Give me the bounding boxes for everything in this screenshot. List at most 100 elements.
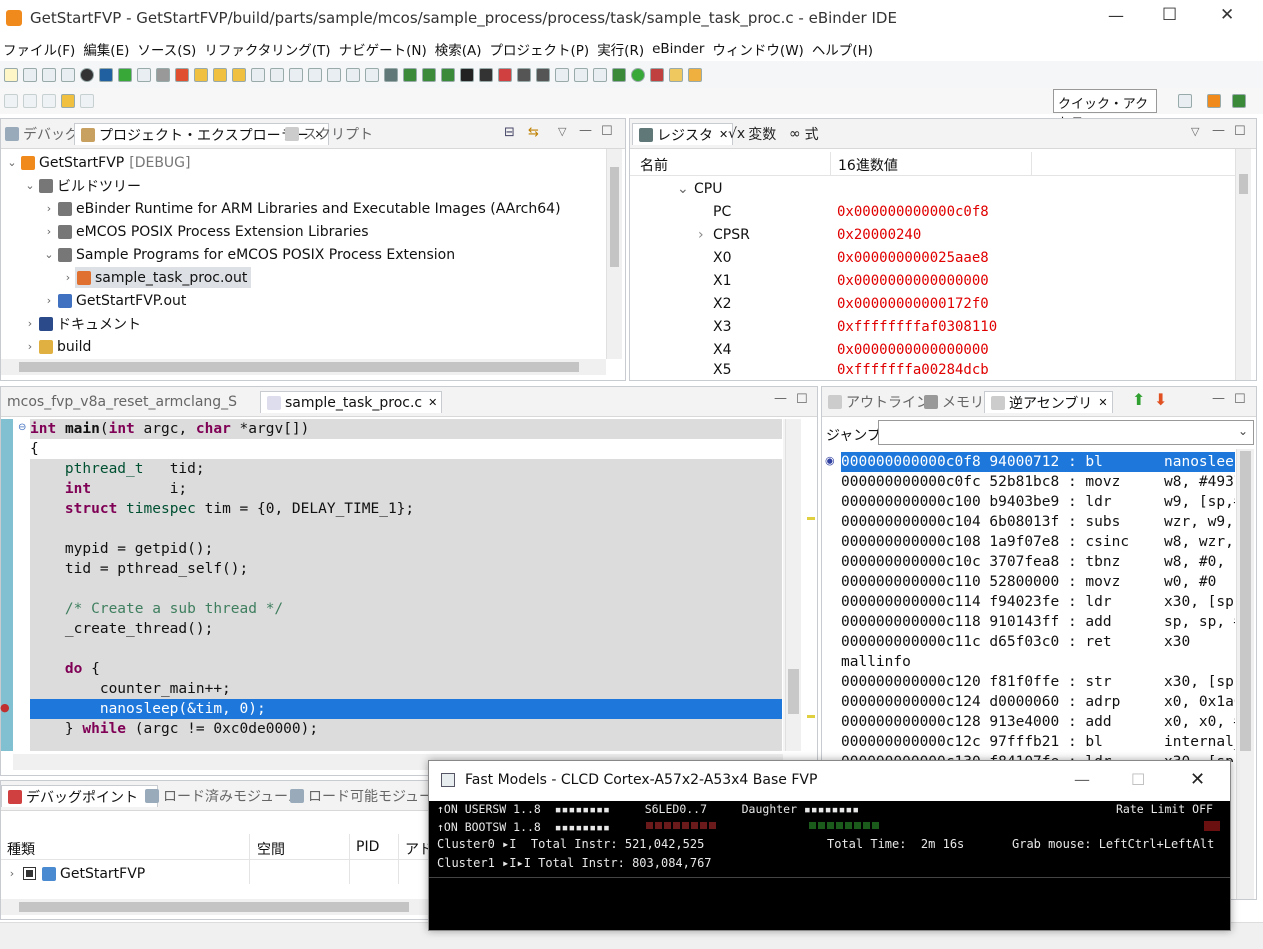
register-row-x1[interactable]: X1 0x0000000000000000 bbox=[632, 269, 1232, 292]
chevron-right-icon[interactable]: › bbox=[42, 202, 56, 215]
save-icon[interactable] bbox=[23, 68, 37, 82]
menu-ebinder[interactable]: eBinder bbox=[649, 41, 709, 57]
code-line[interactable]: mypid = getpid(); bbox=[30, 539, 782, 559]
code-line[interactable]: /* Create a sub thread */ bbox=[30, 599, 782, 619]
scroll-thumb[interactable] bbox=[1240, 451, 1251, 751]
tab-memory[interactable]: メモリ bbox=[922, 391, 984, 413]
perspective-debug-icon[interactable] bbox=[1232, 94, 1246, 108]
disasm-line[interactable]: 000000000000c10c 3707fea8 : tbnz w8, #0,… bbox=[841, 552, 1235, 572]
terminate-icon[interactable] bbox=[156, 68, 170, 82]
registers-vscrollbar[interactable] bbox=[1235, 149, 1251, 380]
tag-icon[interactable] bbox=[536, 68, 550, 82]
tree-item-getstartfvp-out[interactable]: › GetStartFVP.out bbox=[1, 289, 605, 312]
scroll-thumb[interactable] bbox=[19, 362, 579, 372]
new-icon[interactable] bbox=[4, 68, 18, 82]
step-over-icon[interactable] bbox=[213, 68, 227, 82]
menu-source[interactable]: ソース(S) bbox=[134, 39, 201, 59]
code-line[interactable]: _create_thread(); bbox=[30, 619, 782, 639]
disasm-line[interactable]: 000000000000c108 1a9f07e8 : csinc w8, wz… bbox=[841, 532, 1235, 552]
column-pid[interactable]: PID bbox=[356, 839, 379, 855]
code-line[interactable]: pthread_t tid; bbox=[30, 459, 782, 479]
user-icon[interactable] bbox=[80, 68, 94, 82]
register-value[interactable]: 0x20000240 bbox=[837, 227, 921, 243]
search-icon[interactable] bbox=[270, 68, 284, 82]
open-type-icon[interactable] bbox=[346, 68, 360, 82]
column-type[interactable]: 種類 bbox=[7, 839, 35, 859]
tree-item-runtime[interactable]: › eBinder Runtime for ARM Libraries and … bbox=[1, 197, 605, 220]
tab-loadable-modules[interactable]: ロード可能モジュール bbox=[288, 785, 447, 807]
code-line[interactable]: int main(int argc, char *argv[]) bbox=[30, 419, 782, 439]
gear-icon[interactable] bbox=[289, 68, 303, 82]
maximize-button[interactable]: ☐ bbox=[1162, 5, 1177, 25]
open-folder-icon[interactable] bbox=[669, 68, 683, 82]
code-line[interactable]: do { bbox=[30, 659, 782, 679]
maximize-view-icon[interactable]: ☐ bbox=[1234, 392, 1246, 407]
quick-access-field[interactable]: クイック・アクセス bbox=[1053, 89, 1157, 131]
disasm-line[interactable]: 000000000000c12c 97fffb21 : bl internal_… bbox=[841, 732, 1235, 752]
arrow-up-icon[interactable]: ⬆ bbox=[1132, 390, 1145, 409]
tab-debug[interactable]: デバッグ bbox=[3, 123, 79, 145]
scroll-thumb[interactable] bbox=[19, 902, 409, 912]
fm-rate-limit[interactable]: Rate Limit OFF bbox=[1116, 802, 1213, 816]
resume-icon[interactable] bbox=[118, 68, 132, 82]
register-row-x3[interactable]: X3 0xffffffffaf0308110 bbox=[632, 315, 1232, 338]
next-annotation-icon[interactable] bbox=[4, 94, 18, 108]
minimize-button[interactable]: — bbox=[1108, 6, 1124, 25]
forward-icon[interactable] bbox=[80, 94, 94, 108]
debug-icon[interactable] bbox=[612, 68, 626, 82]
menu-navigate[interactable]: ナビゲート(N) bbox=[336, 39, 432, 59]
register-row-cpsr[interactable]: › CPSR 0x20000240 bbox=[632, 223, 1232, 246]
wrench-icon[interactable] bbox=[308, 68, 322, 82]
minimize-view-icon[interactable]: — bbox=[774, 391, 787, 406]
chevron-down-icon[interactable]: ⌄ bbox=[5, 156, 19, 169]
menu-search[interactable]: 検索(A) bbox=[432, 39, 487, 59]
code-line[interactable]: struct timespec tim = {0, DELAY_TIME_1}; bbox=[30, 499, 782, 519]
bug-green-icon[interactable] bbox=[403, 68, 417, 82]
scroll-thumb[interactable] bbox=[1239, 174, 1248, 194]
register-row-pc[interactable]: PC 0x000000000000c0f8 bbox=[632, 200, 1232, 223]
column-name[interactable]: 名前 bbox=[640, 155, 668, 175]
register-value[interactable]: 0x000000000025aae8 bbox=[837, 250, 989, 266]
chevron-right-icon[interactable]: › bbox=[698, 227, 704, 243]
disasm-line[interactable]: 000000000000c118 910143ff : add sp, sp, … bbox=[841, 612, 1235, 632]
threads-icon[interactable] bbox=[441, 68, 455, 82]
tab-disassembly[interactable]: 逆アセンブリ ✕ bbox=[984, 391, 1113, 413]
perspective-ebinder-icon[interactable] bbox=[1207, 94, 1221, 108]
explorer-vscrollbar[interactable] bbox=[606, 149, 622, 359]
disasm-line[interactable]: 000000000000c120 f81f0ffe : str x30, [sp… bbox=[841, 672, 1235, 692]
disasm-line-current[interactable]: 000000000000c0f8 94000712 : bl nanosleep bbox=[841, 452, 1235, 472]
tree-item-sample-programs[interactable]: ⌄ Sample Programs for eMCOS POSIX Proces… bbox=[1, 243, 605, 266]
minimize-view-icon[interactable]: — bbox=[1212, 123, 1225, 138]
external-tools-icon[interactable] bbox=[650, 68, 664, 82]
collapse-all-icon[interactable]: ⊟ bbox=[504, 125, 515, 140]
disasm-line[interactable]: 000000000000c11c d65f03c0 : ret x30 bbox=[841, 632, 1235, 652]
explorer-hscrollbar[interactable] bbox=[1, 359, 606, 375]
tab-script[interactable]: スクリプト bbox=[283, 123, 373, 145]
disasm-line[interactable]: 000000000000c124 d0000060 : adrp x0, 0x1… bbox=[841, 692, 1235, 712]
close-button[interactable]: ✕ bbox=[1220, 5, 1234, 25]
disasm-line[interactable]: 000000000000c100 b9403be9 : ldr w9, [sp,… bbox=[841, 492, 1235, 512]
column-hex[interactable]: 16進数値 bbox=[838, 155, 898, 175]
register-group-cpu[interactable]: ⌄ CPU bbox=[632, 177, 1232, 200]
menu-run[interactable]: 実行(R) bbox=[594, 39, 649, 59]
terminal-icon[interactable] bbox=[99, 68, 113, 82]
menu-edit[interactable]: 編集(E) bbox=[80, 39, 134, 59]
code-line[interactable]: { bbox=[30, 439, 782, 459]
tree-item-build-tree[interactable]: ⌄ ビルドツリー bbox=[1, 174, 605, 197]
chevron-right-icon[interactable]: › bbox=[42, 225, 56, 238]
code-line[interactable]: int i; bbox=[30, 479, 782, 499]
suspend-icon[interactable] bbox=[137, 68, 151, 82]
step-into-icon[interactable] bbox=[194, 68, 208, 82]
tab-breakpoints[interactable]: デバッグポイント✕ bbox=[1, 785, 159, 807]
disasm-line[interactable]: 000000000000c110 52800000 : movz w0, #0 bbox=[841, 572, 1235, 592]
maximize-view-icon[interactable]: ☐ bbox=[601, 124, 613, 139]
disasm-vscrollbar[interactable] bbox=[1236, 449, 1254, 899]
chip-icon[interactable] bbox=[517, 68, 531, 82]
tools-icon[interactable] bbox=[327, 68, 341, 82]
glasses-icon[interactable] bbox=[574, 68, 588, 82]
pin-icon[interactable] bbox=[498, 68, 512, 82]
rocket-icon[interactable] bbox=[688, 68, 702, 82]
tree-item-project[interactable]: ⌄ GetStartFVP [DEBUG] bbox=[1, 151, 605, 174]
column-space[interactable]: 空間 bbox=[257, 839, 285, 859]
jump-input[interactable]: ⌄ bbox=[878, 420, 1254, 445]
